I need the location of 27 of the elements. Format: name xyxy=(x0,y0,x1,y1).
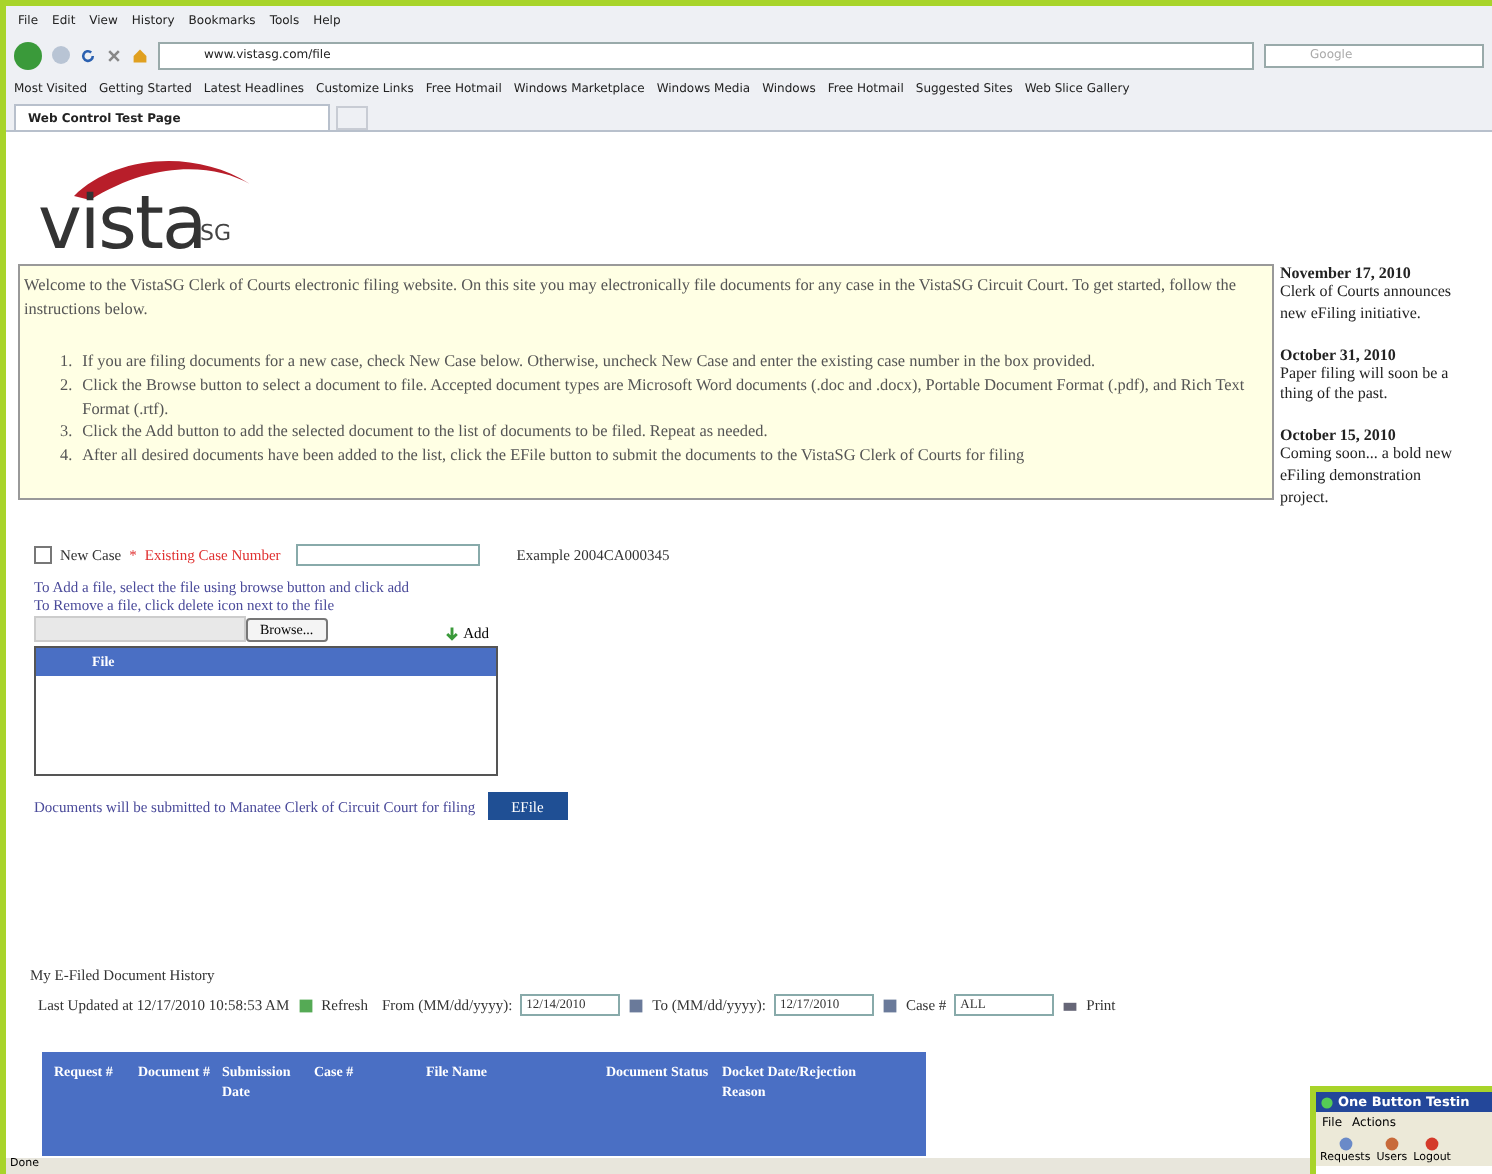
step-text: After all desired documents have been added to the list, click the EFile button to submit the documents to the VistaSG Clerk of Courts for filing xyxy=(82,444,1025,469)
step-text: Click the Add button to add the selected document to the list of documents to be filed. Repeat as needed. xyxy=(82,420,768,445)
home-icon xyxy=(132,47,148,63)
logo-suffix: SG xyxy=(200,220,232,246)
welcome-text: Welcome to the VistaSG Clerk of Courts electronic filing website. On this site you may electronically file documents for any case in the VistaSG Circuit Court. To get started, follow the instructions below. xyxy=(24,274,1239,322)
news-text: Clerk of Courts announces new eFiling initiative. xyxy=(1280,282,1454,326)
back-button[interactable] xyxy=(14,41,42,69)
step-number: 1. xyxy=(60,349,73,374)
file-path-field[interactable] xyxy=(34,616,246,643)
news-text: Paper filing will soon be a thing of the past. xyxy=(1280,363,1451,407)
forward-button[interactable] xyxy=(52,46,70,64)
step-text: If you are filing documents for a new case, check New Case below. Otherwise, uncheck New Case and enter the existing case number in the box provided. xyxy=(82,349,1096,374)
step-number: 4. xyxy=(60,444,73,469)
reload-icon xyxy=(80,47,96,63)
news-date: October 15, 2010 xyxy=(1280,426,1398,445)
new-tab-button[interactable] xyxy=(336,106,368,130)
step-number: 2. xyxy=(60,373,73,398)
new-case-checkbox[interactable] xyxy=(34,545,52,564)
news-date: October 31, 2010 xyxy=(1280,345,1398,364)
close-icon xyxy=(106,47,122,63)
news-text: Coming soon... a bold new eFiling demonstration project. xyxy=(1280,444,1454,510)
step-text: Click the Browse button to select a document to file. Accepted document types are Microsoft Word documents (.doc and .docx), Portable Document Format (.pdf), and Rich Text Format (.rtf). xyxy=(82,373,1247,421)
arrow-icon xyxy=(443,625,460,642)
step-number: 3. xyxy=(60,420,73,445)
case-number-field[interactable] xyxy=(296,543,481,566)
refresh-icon xyxy=(297,997,314,1013)
news-date: November 17, 2010 xyxy=(1280,264,1413,282)
